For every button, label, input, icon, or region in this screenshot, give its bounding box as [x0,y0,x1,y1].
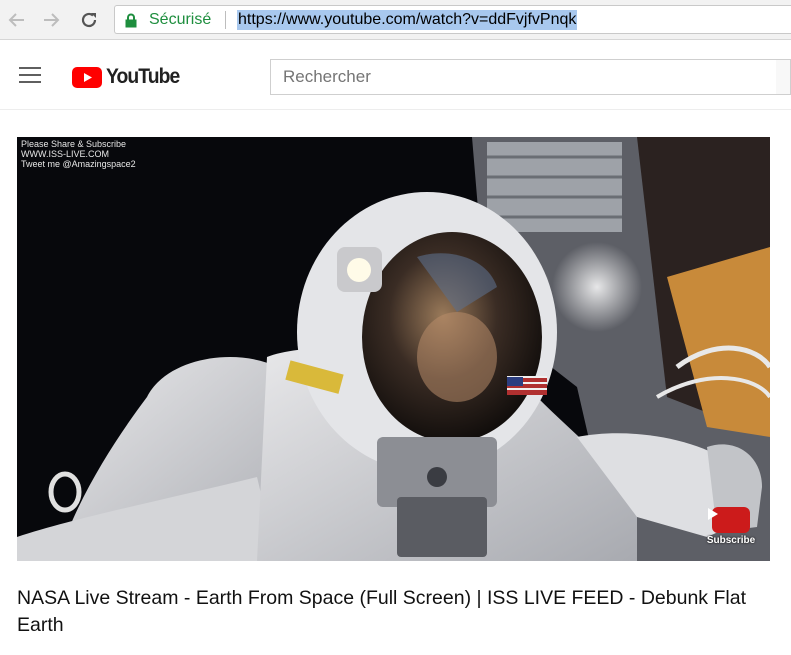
subscribe-label: Subscribe [706,535,756,546]
hamburger-menu-icon[interactable] [19,67,41,84]
secure-label: Sécurisé [149,11,212,28]
video-title: NASA Live Stream - Earth From Space (Ful… [17,587,746,636]
youtube-masthead: YouTube Rechercher [0,40,791,110]
address-bar[interactable]: Sécurisé https://www.youtube.com/watch?v… [114,5,791,34]
forward-button[interactable] [40,9,62,31]
overlay-line: Tweet me @Amazingspace2 [21,159,136,169]
subscribe-watermark[interactable]: Subscribe [705,507,757,551]
back-button[interactable] [6,9,28,31]
overlay-line: WWW.ISS-LIVE.COM [21,149,110,159]
url-text[interactable]: https://www.youtube.com/watch?v=ddFvjfvP… [237,10,578,30]
search-button[interactable] [776,59,791,95]
lock-icon [125,13,137,28]
search-input[interactable]: Rechercher [270,59,777,95]
reload-button[interactable] [78,9,100,31]
video-player[interactable]: Please Share & Subscribe WWW.ISS-LIVE.CO… [17,137,770,561]
youtube-logo[interactable]: YouTube [72,65,186,89]
arrow-right-icon [44,13,60,27]
logo-text: YouTube [106,65,180,88]
arrow-left-icon [8,13,24,27]
overlay-text: Please Share & Subscribe WWW.ISS-LIVE.CO… [21,139,136,169]
play-icon [708,507,750,533]
reload-icon [81,12,97,28]
browser-toolbar: Sécurisé https://www.youtube.com/watch?v… [0,0,791,40]
divider [225,11,226,29]
video-frame [17,137,770,561]
play-logo-icon [72,66,102,88]
overlay-line: Please Share & Subscribe [21,139,127,149]
